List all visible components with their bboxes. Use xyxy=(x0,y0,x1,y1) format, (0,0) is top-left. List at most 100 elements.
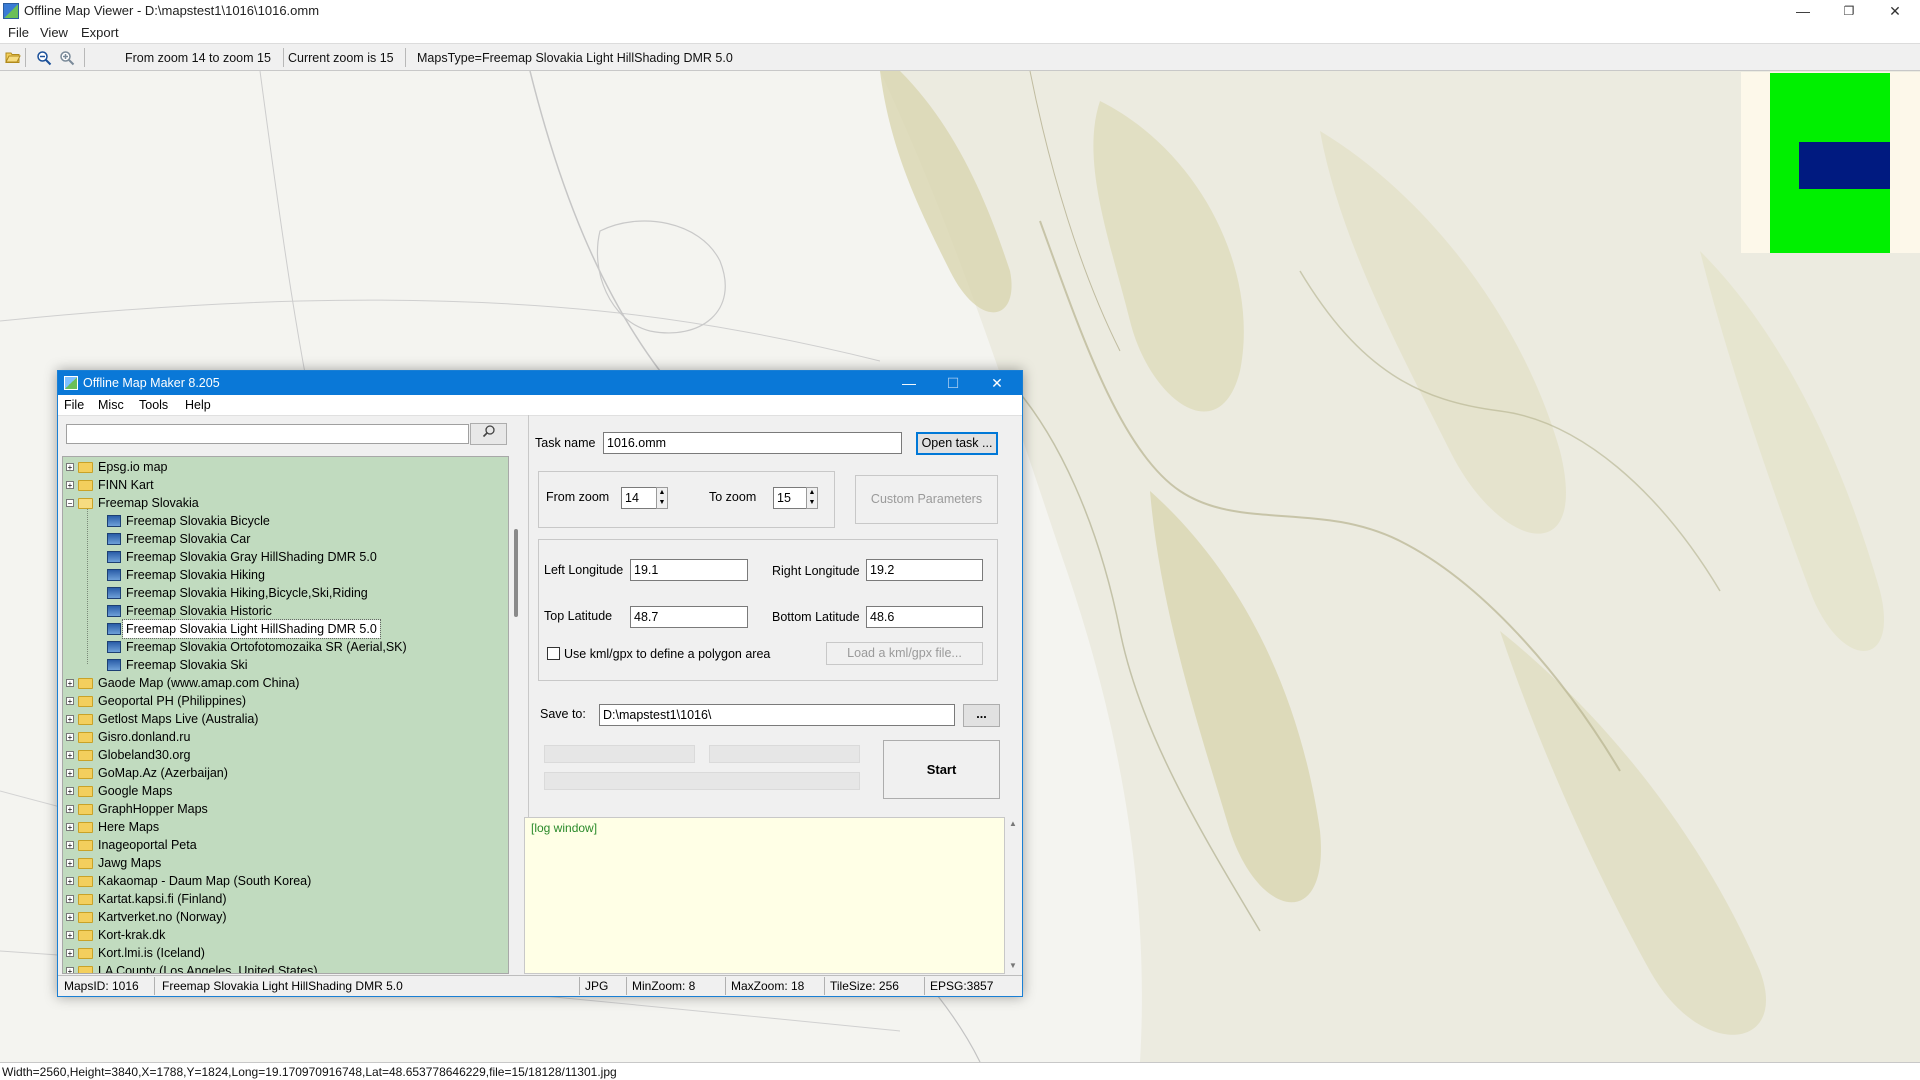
tree-folder-item[interactable]: + Kakaomap - Daum Map (South Korea) xyxy=(63,872,503,890)
tree-folder-item[interactable]: + Kort.lmi.is (Iceland) xyxy=(63,944,503,962)
custom-parameters-button[interactable]: Custom Parameters xyxy=(855,475,998,524)
tree-folder-item[interactable]: + Epsg.io map xyxy=(63,458,503,476)
tree-folder-item[interactable]: + LA County (Los Angeles, United States) xyxy=(63,962,503,973)
expand-icon[interactable]: + xyxy=(66,697,74,706)
expand-icon[interactable]: + xyxy=(66,841,74,850)
expand-icon[interactable]: + xyxy=(66,895,74,904)
start-button[interactable]: Start xyxy=(883,740,1000,799)
close-button[interactable]: ✕ xyxy=(1872,0,1918,22)
dialog-menu-tools[interactable]: Tools xyxy=(139,398,168,412)
tree-folder-item[interactable]: + Inageoportal Peta xyxy=(63,836,503,854)
tree-folder-item[interactable]: + GoMap.Az (Azerbaijan) xyxy=(63,764,503,782)
expand-icon[interactable]: + xyxy=(66,733,74,742)
dialog-close-button[interactable]: ✕ xyxy=(975,371,1019,395)
menu-view[interactable]: View xyxy=(40,25,68,40)
tree-map-item[interactable]: Freemap Slovakia Ski xyxy=(63,656,503,674)
expand-icon[interactable]: + xyxy=(66,967,74,973)
zoom-out-icon[interactable] xyxy=(36,50,52,66)
tree-folder-item[interactable]: + Kort-krak.dk xyxy=(63,926,503,944)
tree-map-item[interactable]: Freemap Slovakia Ortofotomozaika SR (Aer… xyxy=(63,638,503,656)
expand-icon[interactable]: + xyxy=(66,859,74,868)
dialog-minimize-button[interactable]: — xyxy=(887,371,931,395)
tree-folder-item[interactable]: + Jawg Maps xyxy=(63,854,503,872)
bottom-latitude-input[interactable]: 48.6 xyxy=(866,606,983,628)
dialog-menu-file[interactable]: File xyxy=(64,398,84,412)
menu-export[interactable]: Export xyxy=(81,25,119,40)
task-name-input[interactable]: 1016.omm xyxy=(603,432,902,454)
minimap-viewport[interactable] xyxy=(1799,142,1890,189)
tree-folder-item[interactable]: − Freemap Slovakia xyxy=(63,494,503,512)
load-kml-button[interactable]: Load a kml/gpx file... xyxy=(826,642,983,665)
expand-icon[interactable]: + xyxy=(66,877,74,886)
kml-polygon-checkbox[interactable] xyxy=(547,647,560,660)
expand-icon[interactable]: + xyxy=(66,769,74,778)
tree-map-item[interactable]: Freemap Slovakia Bicycle xyxy=(63,512,503,530)
collapse-icon[interactable]: − xyxy=(66,499,74,508)
log-scrollbar[interactable]: ▲ ▼ xyxy=(1006,817,1021,974)
expand-icon[interactable]: + xyxy=(66,463,74,472)
dialog-menu-help[interactable]: Help xyxy=(185,398,211,412)
tree-scrollbar-thumb[interactable] xyxy=(514,529,518,617)
map-search-input[interactable] xyxy=(66,424,469,444)
tree-folder-item[interactable]: + Gisro.donland.ru xyxy=(63,728,503,746)
browse-folder-button[interactable]: ... xyxy=(963,704,1000,727)
dialog-statusbar: MapsID: 1016 Freemap Slovakia Light Hill… xyxy=(58,975,1022,996)
to-zoom-stepper[interactable]: ▲ ▼ xyxy=(806,487,818,509)
dialog-titlebar[interactable]: Offline Map Maker 8.205 — ☐ ✕ xyxy=(58,371,1022,395)
from-zoom-input[interactable]: 14 xyxy=(621,487,658,509)
dialog-app-icon xyxy=(64,376,78,390)
tree-folder-item[interactable]: + Geoportal PH (Philippines) xyxy=(63,692,503,710)
folder-open-icon[interactable] xyxy=(5,50,21,66)
folder-icon xyxy=(78,786,93,797)
tree-map-item[interactable]: Freemap Slovakia Car xyxy=(63,530,503,548)
tree-map-item[interactable]: Freemap Slovakia Hiking xyxy=(63,566,503,584)
scroll-down-icon[interactable]: ▼ xyxy=(1009,961,1017,970)
tree-map-item[interactable]: Freemap Slovakia Gray HillShading DMR 5.… xyxy=(63,548,503,566)
tree-folder-item[interactable]: + Here Maps xyxy=(63,818,503,836)
zoom-in-icon[interactable] xyxy=(59,50,75,66)
tree-map-item[interactable]: Freemap Slovakia Hiking,Bicycle,Ski,Ridi… xyxy=(63,584,503,602)
expand-icon[interactable]: + xyxy=(66,787,74,796)
restore-button[interactable]: ❐ xyxy=(1826,0,1872,22)
to-zoom-input[interactable]: 15 xyxy=(773,487,808,509)
map-source-tree[interactable]: + Epsg.io map + FINN Kart − Freemap Slovakia F… xyxy=(62,456,509,974)
tree-folder-item[interactable]: + Kartat.kapsi.fi (Finland) xyxy=(63,890,503,908)
top-latitude-input[interactable]: 48.7 xyxy=(630,606,748,628)
save-to-input[interactable]: D:\mapstest1\1016\ xyxy=(599,704,955,726)
from-zoom-stepper[interactable]: ▲ ▼ xyxy=(656,487,668,509)
tree-folder-item[interactable]: + GraphHopper Maps xyxy=(63,800,503,818)
dialog-maximize-button[interactable]: ☐ xyxy=(931,371,975,395)
expand-icon[interactable]: + xyxy=(66,481,74,490)
log-window[interactable]: [log window] xyxy=(524,817,1005,974)
expand-icon[interactable]: + xyxy=(66,823,74,832)
expand-icon[interactable]: + xyxy=(66,679,74,688)
tree-folder-item[interactable]: + Gaode Map (www.amap.com China) xyxy=(63,674,503,692)
expand-icon[interactable]: + xyxy=(66,931,74,940)
expand-icon[interactable]: + xyxy=(66,751,74,760)
tree-folder-item[interactable]: + FINN Kart xyxy=(63,476,503,494)
minimize-button[interactable]: — xyxy=(1780,0,1826,22)
left-longitude-input[interactable]: 19.1 xyxy=(630,559,748,581)
tree-folder-item[interactable]: + Getlost Maps Live (Australia) xyxy=(63,710,503,728)
tree-map-item[interactable]: Freemap Slovakia Light HillShading DMR 5… xyxy=(63,619,503,639)
open-task-button[interactable]: Open task ... xyxy=(916,432,998,455)
expand-icon[interactable]: + xyxy=(66,949,74,958)
map-search-button[interactable] xyxy=(470,423,507,445)
tree-map-item[interactable]: Freemap Slovakia Historic xyxy=(63,602,503,620)
tree-item-label: FINN Kart xyxy=(98,478,154,492)
expand-icon[interactable]: + xyxy=(66,913,74,922)
menu-file[interactable]: File xyxy=(8,25,29,40)
expand-icon[interactable]: + xyxy=(66,715,74,724)
scroll-up-icon[interactable]: ▲ xyxy=(1009,819,1017,828)
dialog-menu-misc[interactable]: Misc xyxy=(98,398,124,412)
tree-item-label: Freemap Slovakia Car xyxy=(126,532,251,546)
tree-folder-item[interactable]: + Globeland30.org xyxy=(63,746,503,764)
right-longitude-input[interactable]: 19.2 xyxy=(866,559,983,581)
overview-minimap[interactable] xyxy=(1741,72,1920,253)
expand-icon[interactable]: + xyxy=(66,805,74,814)
status-map-name: Freemap Slovakia Light HillShading DMR 5… xyxy=(162,979,403,993)
map-maker-dialog: Offline Map Maker 8.205 — ☐ ✕ File Misc … xyxy=(57,370,1023,997)
tree-item-label: Inageoportal Peta xyxy=(98,838,197,852)
tree-folder-item[interactable]: + Kartverket.no (Norway) xyxy=(63,908,503,926)
tree-folder-item[interactable]: + Google Maps xyxy=(63,782,503,800)
